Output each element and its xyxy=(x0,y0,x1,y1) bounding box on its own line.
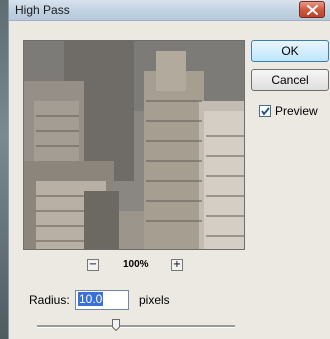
radius-value: 10.0 xyxy=(78,292,104,306)
radius-input[interactable]: 10.0 xyxy=(75,290,129,310)
radius-units: pixels xyxy=(139,293,170,307)
city-buildings-image xyxy=(24,41,244,249)
preview-image[interactable] xyxy=(23,40,245,250)
cancel-button[interactable]: Cancel xyxy=(251,69,329,91)
dialog-title: High Pass xyxy=(15,3,70,17)
close-icon xyxy=(307,5,318,15)
high-pass-dialog: High Pass OK Cancel Preview − 100% + Rad… xyxy=(8,0,330,339)
preview-label: Preview xyxy=(275,104,318,118)
close-button[interactable] xyxy=(299,1,325,18)
zoom-out-button[interactable]: − xyxy=(87,259,99,271)
radius-slider-track[interactable] xyxy=(37,325,235,328)
checkmark-icon xyxy=(261,107,270,116)
zoom-in-button[interactable]: + xyxy=(171,259,183,271)
radius-slider-thumb[interactable] xyxy=(112,319,121,331)
title-bar[interactable]: High Pass xyxy=(9,0,330,21)
preview-checkbox[interactable] xyxy=(259,105,271,117)
ok-button[interactable]: OK xyxy=(251,40,329,62)
radius-label: Radius: xyxy=(29,293,70,307)
zoom-level: 100% xyxy=(123,259,149,270)
